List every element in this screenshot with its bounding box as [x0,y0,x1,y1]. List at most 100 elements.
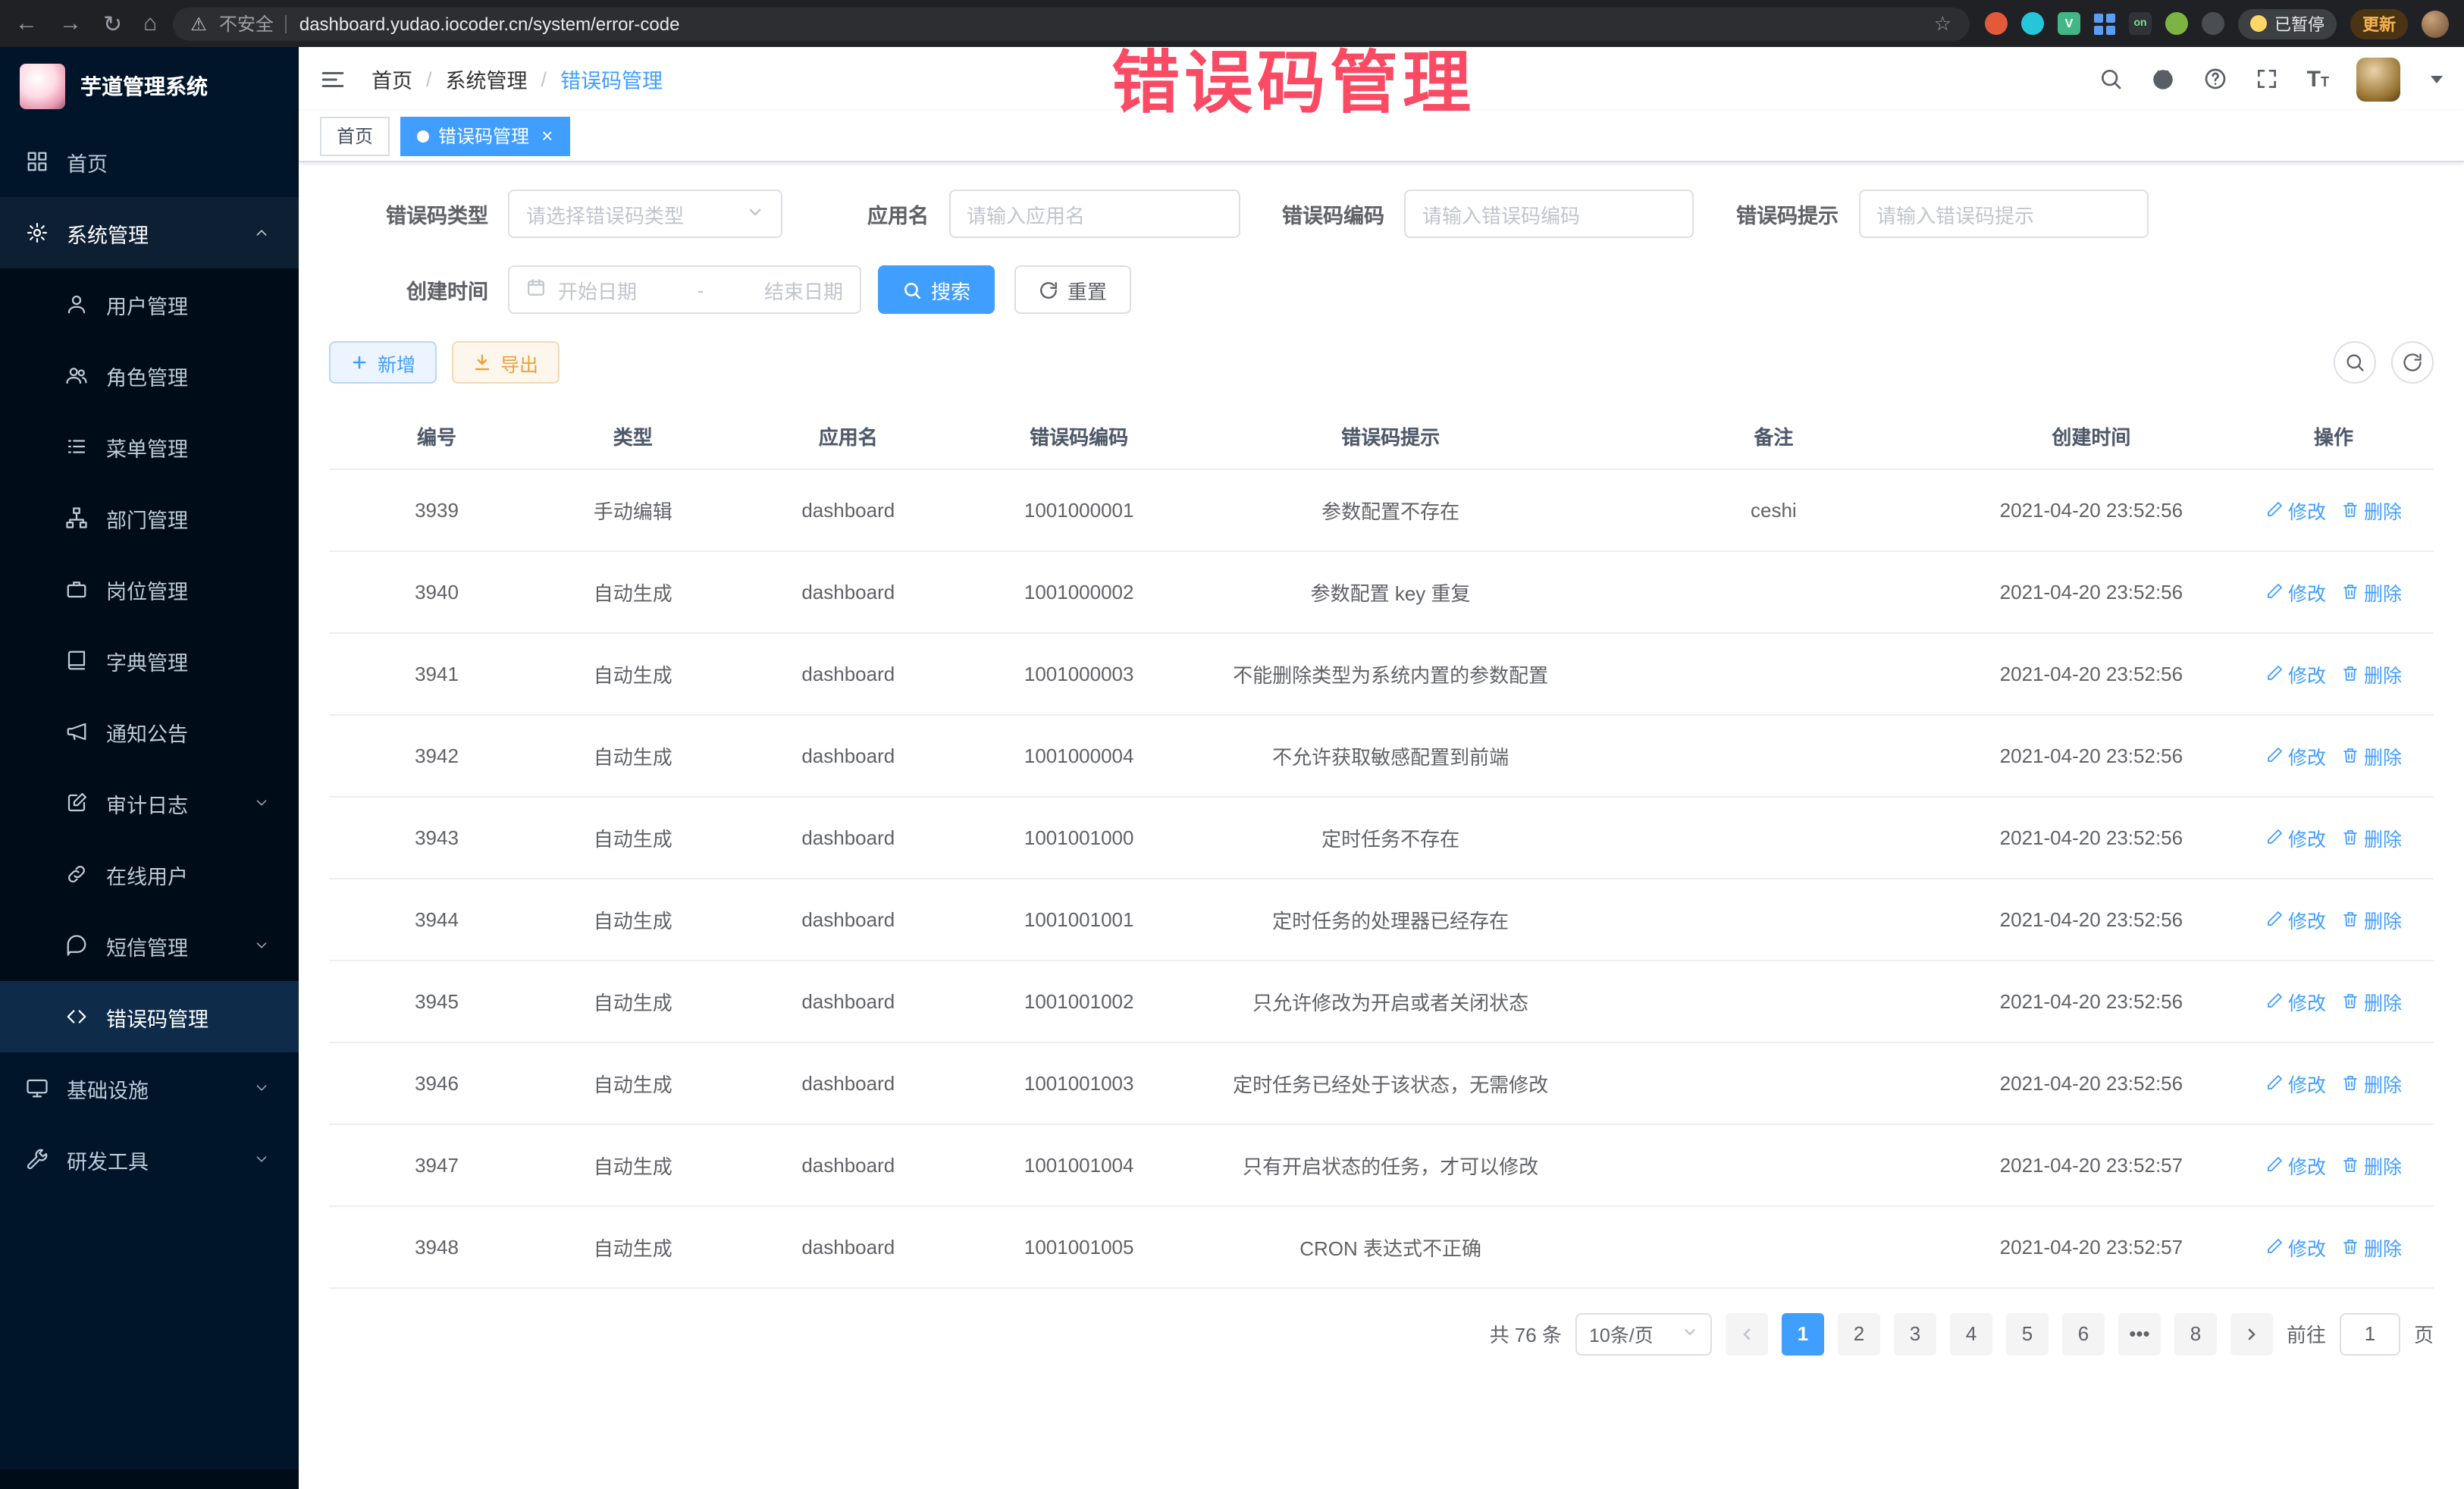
add-button[interactable]: 新增 [329,341,437,384]
sidebar-item-notice[interactable]: 通知公告 [0,696,299,767]
extension-icon[interactable] [1985,12,2008,35]
cell-app: dashboard [721,878,975,960]
font-size-icon[interactable]: TT [2307,66,2329,92]
sidebar-item-system[interactable]: 系统管理 [0,197,299,268]
back-icon[interactable]: ← [15,11,38,36]
page-button-moremoremore[interactable]: ••• [2118,1312,2161,1355]
extension-badge[interactable]: on [2129,12,2152,35]
extension-icon[interactable] [2094,13,2115,34]
sidebar-item-error-code[interactable]: 错误码管理 [0,981,299,1052]
page-button-5[interactable]: 5 [2006,1312,2049,1355]
sidebar-item-role[interactable]: 角色管理 [0,340,299,411]
address-bar[interactable]: ⚠ 不安全 dashboard.yudao.iocoder.cn/system/… [172,7,1970,40]
reload-icon[interactable]: ↻ [103,10,122,37]
reset-button[interactable]: 重置 [1014,265,1131,314]
sidebar-item-sms[interactable]: 短信管理 [0,910,299,981]
sidebar-item-label: 菜单管理 [106,431,188,462]
refresh-button[interactable] [2391,341,2434,384]
update-button[interactable]: 更新 [2350,8,2408,39]
bookmark-star-icon[interactable]: ☆ [1934,11,1951,36]
sidebar-item-dev-tool[interactable]: 研发工具 [0,1124,299,1195]
delete-link[interactable]: 删除 [2341,659,2402,688]
error-type-select[interactable]: 请选择错误码类型 [508,190,782,238]
export-button[interactable]: 导出 [452,341,560,384]
pencil-icon [2265,664,2284,682]
sidebar-item-post[interactable]: 岗位管理 [0,553,299,625]
delete-link[interactable]: 删除 [2341,1232,2402,1261]
breadcrumb-system[interactable]: 系统管理 [446,64,528,94]
delete-link[interactable]: 删除 [2341,1068,2402,1097]
edit-link[interactable]: 修改 [2265,1068,2326,1097]
error-code-input[interactable]: 请输入错误码编码 [1404,190,1694,238]
tab-error-code[interactable]: 错误码管理 × [400,116,569,155]
sidebar-item-menu[interactable]: 菜单管理 [0,411,299,482]
avatar-caret-icon[interactable] [2431,75,2443,83]
edit-link[interactable]: 修改 [2265,495,2326,524]
trash-icon [2341,582,2359,600]
sidebar-item-home[interactable]: 首页 [0,126,299,197]
page-button-3[interactable]: 3 [1894,1312,1936,1355]
date-range-picker[interactable]: 开始日期 - 结束日期 [508,265,861,314]
sidebar-item-user[interactable]: 用户管理 [0,268,299,340]
search-button[interactable]: 搜索 [878,265,995,314]
sidebar-item-audit-log[interactable]: 审计日志 [0,767,299,839]
column-header: 类型 [544,405,721,469]
sidebar-item-dict[interactable]: 字典管理 [0,625,299,696]
cell-actions: 修改删除 [2234,714,2434,796]
delete-link[interactable]: 删除 [2341,904,2402,933]
puzzle-extension-icon[interactable] [2202,12,2224,35]
cell-code: 1001000004 [975,714,1183,796]
hamburger-icon[interactable] [320,66,347,92]
edit-link[interactable]: 修改 [2265,1232,2326,1261]
sidebar-item-dept[interactable]: 部门管理 [0,482,299,553]
search-icon[interactable] [2099,67,2124,91]
delete-link[interactable]: 删除 [2341,823,2402,851]
help-icon[interactable] [2204,67,2228,91]
edit-link[interactable]: 修改 [2265,577,2326,606]
sidebar-item-online-user[interactable]: 在线用户 [0,839,299,910]
forward-icon[interactable]: → [59,11,82,36]
extension-icon[interactable] [2165,12,2188,35]
edit-link[interactable]: 修改 [2265,659,2326,688]
delete-link[interactable]: 删除 [2341,741,2402,770]
goto-page-input[interactable] [2340,1312,2400,1355]
breadcrumb-home[interactable]: 首页 [371,64,412,94]
sidebar-item-infra[interactable]: 基础设施 [0,1052,299,1124]
breadcrumb-separator: / [541,67,547,90]
delete-link[interactable]: 删除 [2341,1150,2402,1179]
edit-link[interactable]: 修改 [2265,904,2326,933]
table-row: 3941自动生成dashboard1001000003不能删除类型为系统内置的参… [329,632,2434,714]
page-button-8[interactable]: 8 [2174,1312,2217,1355]
home-icon[interactable]: ⌂ [143,11,157,36]
delete-link[interactable]: 删除 [2341,577,2402,606]
fullscreen-icon[interactable] [2256,67,2280,91]
next-page-button[interactable] [2230,1312,2273,1355]
prev-page-button[interactable] [1726,1312,1768,1355]
page-button-4[interactable]: 4 [1950,1312,1992,1355]
page-button-2[interactable]: 2 [1838,1312,1880,1355]
user-avatar[interactable] [2356,57,2400,101]
edit-link[interactable]: 修改 [2265,741,2326,770]
app-logo[interactable]: 芋道管理系统 [0,47,299,126]
edit-link[interactable]: 修改 [2265,1150,2326,1179]
page-button-6[interactable]: 6 [2062,1312,2105,1355]
toggle-search-button[interactable] [2334,341,2376,384]
page-button-1[interactable]: 1 [1782,1312,1824,1355]
delete-link[interactable]: 删除 [2341,495,2402,524]
browser-profile-avatar[interactable] [2422,10,2449,37]
cell-time: 2021-04-20 23:52:56 [1949,1042,2234,1124]
paused-badge[interactable]: 已暂停 [2238,8,2337,39]
app-name-input[interactable]: 请输入应用名 [948,190,1240,238]
chevron-down-icon [1682,1323,1698,1344]
page-size-select[interactable]: 10条/页 [1575,1312,1712,1355]
extension-icon[interactable] [2021,12,2044,35]
error-msg-input[interactable]: 请输入错误码提示 [1858,190,2148,238]
vue-devtools-extension-icon[interactable]: V [2058,12,2080,35]
tab-home[interactable]: 首页 [320,116,390,155]
edit-link[interactable]: 修改 [2265,986,2326,1015]
edit-link[interactable]: 修改 [2265,823,2326,851]
close-tab-icon[interactable]: × [541,126,553,146]
delete-link[interactable]: 删除 [2341,986,2402,1015]
sidebar-collapse-bar[interactable] [0,1469,299,1489]
github-icon[interactable] [2151,66,2177,92]
